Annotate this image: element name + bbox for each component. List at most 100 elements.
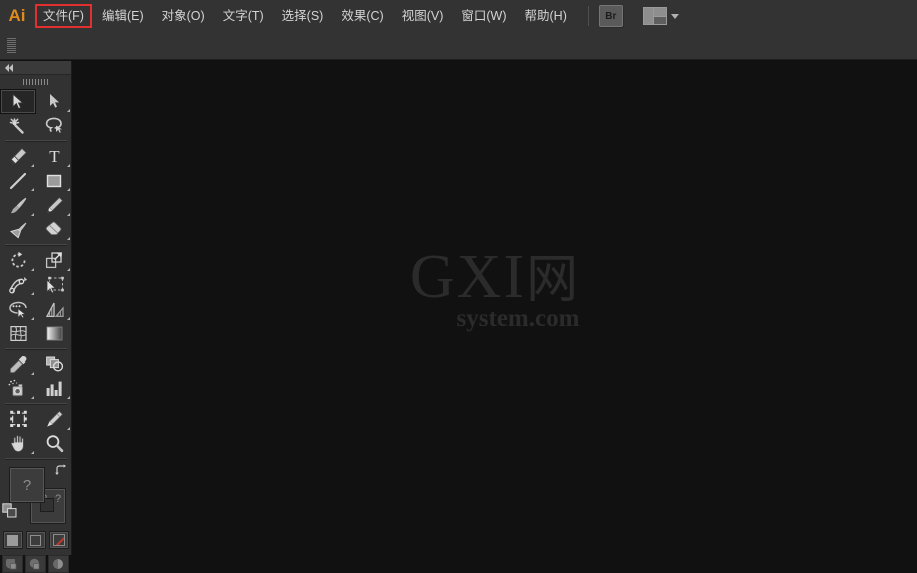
hand-tool[interactable] <box>0 432 36 457</box>
watermark-primary: GXI网 <box>73 246 917 310</box>
tools-panel-grip[interactable] <box>0 75 71 89</box>
lasso-tool[interactable] <box>36 114 72 139</box>
tool-row <box>0 169 72 194</box>
menu-select[interactable]: 选择(S) <box>274 5 332 27</box>
flyout-indicator <box>67 396 70 399</box>
fill-placeholder: ? <box>22 476 32 494</box>
draw-behind-button[interactable] <box>25 555 46 573</box>
menu-select-label: 选择(S) <box>281 9 324 23</box>
tools-panel: T ? ? <box>0 61 72 573</box>
column-graph-tool[interactable] <box>36 377 72 402</box>
control-panel-grip[interactable] <box>0 32 18 60</box>
drawing-mode-buttons <box>0 555 71 573</box>
color-mode-button[interactable] <box>2 531 23 549</box>
bridge-button[interactable]: Br <box>598 5 623 27</box>
flyout-indicator <box>67 188 70 191</box>
menubar-divider <box>587 6 589 26</box>
flyout-indicator <box>31 451 34 454</box>
color-mode-buttons <box>0 531 71 549</box>
illustrator-window: Ai 文件(F) 编辑(E) 对象(O) 文字(T) 选择(S) 效果(C) 视… <box>0 0 917 573</box>
fill-swatch[interactable]: ? <box>9 467 45 503</box>
default-fill-stroke-icon[interactable] <box>2 503 18 519</box>
watermark-cjk: 网 <box>526 250 581 310</box>
stroke-placeholder-right: ? <box>55 493 62 505</box>
tool-row <box>0 193 72 218</box>
type-tool[interactable]: T <box>36 144 72 169</box>
fill-stroke-controls: ? ? ? <box>0 463 72 525</box>
width-tool[interactable] <box>0 273 36 298</box>
watermark-latin: GXI <box>409 243 527 311</box>
scale-tool[interactable] <box>36 248 72 273</box>
none-mode-button[interactable] <box>48 531 69 549</box>
chevron-down-icon <box>670 13 679 19</box>
blend-tool[interactable] <box>36 352 72 377</box>
tool-row <box>0 114 72 139</box>
menu-file[interactable]: 文件(F) <box>35 4 92 28</box>
slice-tool[interactable] <box>36 407 72 432</box>
collapse-panel-icon[interactable] <box>5 63 13 72</box>
menu-edit[interactable]: 编辑(E) <box>94 5 152 27</box>
menu-window-label: 窗口(W) <box>461 9 507 23</box>
workspace-icon <box>642 7 667 25</box>
eyedropper-tool[interactable] <box>0 352 36 377</box>
artboard-tool[interactable] <box>0 407 36 432</box>
draw-inside-button[interactable] <box>48 555 69 573</box>
menu-type[interactable]: 文字(T) <box>215 5 272 27</box>
flyout-indicator <box>31 163 34 167</box>
direct-selection-tool[interactable] <box>36 89 72 114</box>
pen-tool[interactable] <box>0 144 36 169</box>
menu-file-label: 文件(F) <box>43 9 84 23</box>
watermark-secondary: system.com <box>456 305 580 332</box>
draw-normal-button[interactable] <box>2 555 23 573</box>
line-segment-tool[interactable] <box>0 169 36 194</box>
tool-row <box>0 218 72 243</box>
menu-effect[interactable]: 效果(C) <box>333 5 391 27</box>
pencil-tool[interactable] <box>36 193 72 218</box>
menu-help-label: 帮助(H) <box>524 9 567 23</box>
flyout-indicator <box>31 188 34 191</box>
tool-divider <box>4 458 67 460</box>
flyout-indicator <box>67 316 70 320</box>
paintbrush-tool[interactable] <box>0 193 36 218</box>
flyout-indicator <box>67 426 70 430</box>
gradient-tool[interactable] <box>36 322 72 347</box>
menu-bar: Ai 文件(F) 编辑(E) 对象(O) 文字(T) 选择(S) 效果(C) 视… <box>0 0 917 32</box>
perspective-grid-tool[interactable] <box>36 297 72 322</box>
document-canvas[interactable]: GXI网 system.com <box>73 61 917 555</box>
eraser-tool[interactable] <box>36 218 72 243</box>
workspace-switcher[interactable] <box>642 7 679 25</box>
blob-brush-tool[interactable] <box>0 218 36 243</box>
symbol-sprayer-tool[interactable] <box>0 377 36 402</box>
flyout-indicator <box>31 212 34 216</box>
bridge-label: Br <box>605 10 617 22</box>
magic-wand-tool[interactable] <box>0 114 36 139</box>
menu-help[interactable]: 帮助(H) <box>517 5 575 27</box>
flyout-indicator <box>67 237 70 240</box>
tool-row <box>0 377 72 402</box>
mesh-tool[interactable] <box>0 322 36 347</box>
menu-window[interactable]: 窗口(W) <box>453 5 514 27</box>
menu-effect-label: 效果(C) <box>341 9 384 23</box>
tool-divider <box>4 244 67 246</box>
menu-view-label: 视图(V) <box>401 9 444 23</box>
flyout-indicator <box>67 212 70 216</box>
svg-text:T: T <box>49 147 60 165</box>
tools-panel-header[interactable] <box>0 61 71 75</box>
selection-tool[interactable] <box>0 89 36 114</box>
tool-divider <box>4 403 67 405</box>
menu-edit-label: 编辑(E) <box>101 9 144 23</box>
rectangle-tool[interactable] <box>36 169 72 194</box>
swap-fill-stroke-icon[interactable] <box>54 463 68 475</box>
zoom-tool[interactable] <box>36 432 72 457</box>
gradient-mode-button[interactable] <box>25 531 46 549</box>
watermark: GXI网 system.com <box>73 246 917 332</box>
flyout-indicator <box>31 371 34 375</box>
flyout-indicator <box>31 267 34 271</box>
rotate-tool[interactable] <box>0 248 36 273</box>
flyout-indicator <box>67 267 70 271</box>
free-transform-tool[interactable] <box>36 273 72 298</box>
flyout-indicator <box>67 163 70 167</box>
shape-builder-tool[interactable] <box>0 297 36 322</box>
menu-object[interactable]: 对象(O) <box>154 5 213 27</box>
menu-view[interactable]: 视图(V) <box>394 5 452 27</box>
